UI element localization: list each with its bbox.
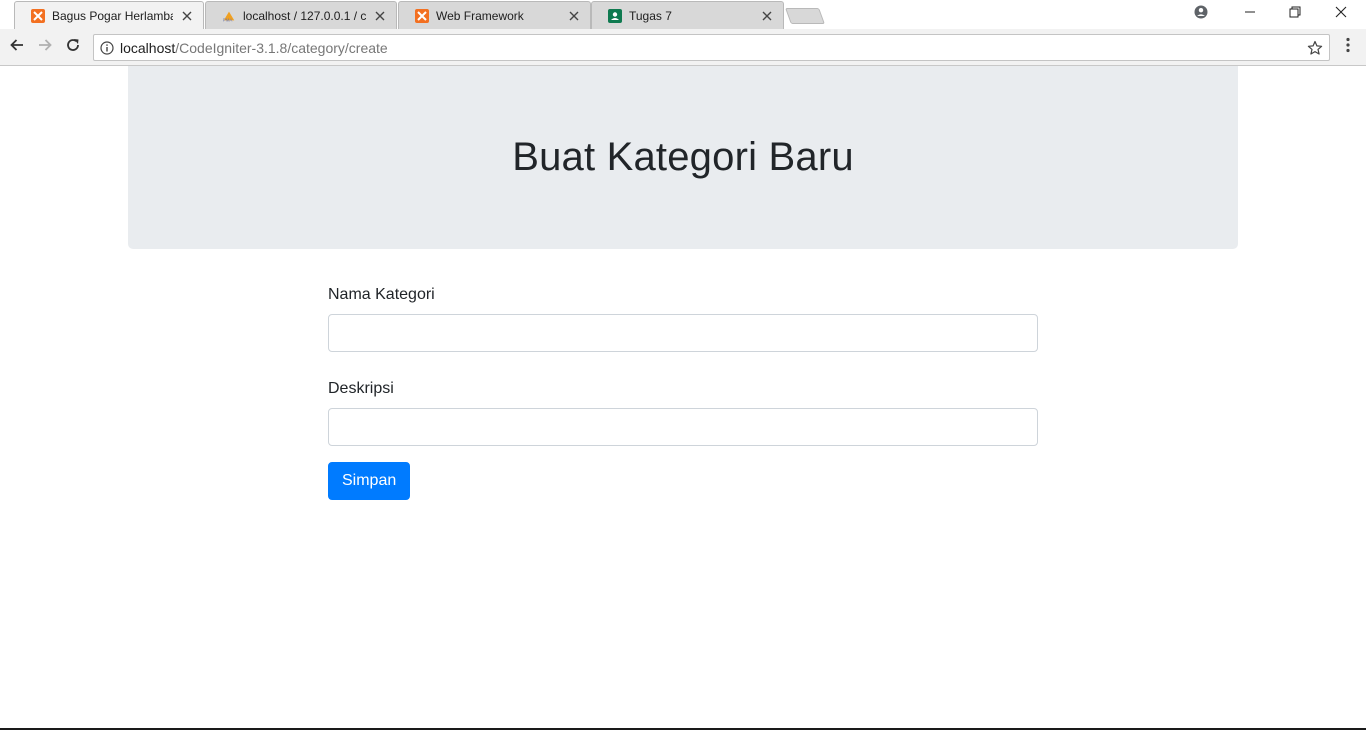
bookmark-star-icon[interactable]	[1305, 38, 1325, 58]
tab-bagus-pogar-herlambang[interactable]: Bagus Pogar Herlambang	[14, 1, 204, 29]
tab-title: Bagus Pogar Herlambang	[52, 8, 173, 23]
xampp-icon	[415, 8, 429, 23]
tab-web-framework[interactable]: Web Framework	[398, 1, 591, 29]
reload-icon	[65, 37, 81, 58]
phpmyadmin-icon: PMA	[222, 9, 236, 23]
window-close-button[interactable]	[1318, 0, 1364, 28]
category-name-input[interactable]	[328, 314, 1038, 352]
restore-icon	[1289, 5, 1301, 23]
back-button[interactable]	[5, 35, 29, 59]
arrow-right-icon	[37, 37, 53, 58]
url-host: localhost	[120, 39, 176, 56]
description-input[interactable]	[328, 408, 1038, 446]
profile-icon	[1194, 5, 1208, 24]
close-icon[interactable]	[759, 8, 775, 24]
name-label: Nama Kategori	[328, 286, 435, 303]
close-icon[interactable]	[566, 8, 582, 24]
description-label: Deskripsi	[328, 380, 394, 397]
restore-button[interactable]	[1272, 0, 1318, 28]
profile-button[interactable]	[1178, 0, 1224, 28]
classroom-icon	[608, 8, 622, 23]
xampp-icon	[31, 8, 45, 23]
address-bar[interactable]: localhost/CodeIgniter-3.1.8/category/cre…	[93, 34, 1330, 61]
kebab-menu-icon	[1346, 37, 1350, 58]
svg-text:PMA: PMA	[223, 17, 233, 22]
page-content: Buat Kategori Baru Nama Kategori Deskrip…	[0, 66, 1366, 728]
save-button[interactable]: Simpan	[328, 462, 411, 500]
browser-toolbar: localhost/CodeIgniter-3.1.8/category/cre…	[0, 29, 1366, 66]
arrow-left-icon	[9, 37, 25, 58]
info-icon[interactable]	[94, 35, 120, 60]
url-text: localhost/CodeIgniter-3.1.8/category/cre…	[120, 40, 388, 56]
tab-tugas-7[interactable]: Tugas 7	[591, 1, 784, 29]
tab-phpmyadmin[interactable]: PMA localhost / 127.0.0.1 / coc	[205, 1, 397, 29]
page-title: Buat Kategori Baru	[512, 135, 854, 179]
tab-title: Tugas 7	[629, 8, 672, 23]
close-icon[interactable]	[179, 8, 195, 24]
new-tab-button[interactable]	[785, 8, 825, 24]
reload-button[interactable]	[61, 35, 85, 59]
close-icon	[1335, 5, 1347, 23]
url-path: /CodeIgniter-3.1.8/category/create	[175, 39, 388, 56]
minimize-icon	[1244, 5, 1256, 23]
close-icon[interactable]	[372, 8, 388, 24]
forward-button[interactable]	[33, 35, 57, 59]
minimize-button[interactable]	[1227, 0, 1273, 28]
tab-strip: Bagus Pogar Herlambang PMA localhost / 1…	[0, 0, 1366, 29]
tab-title: Web Framework	[436, 8, 524, 23]
category-form: Nama Kategori Deskripsi Simpan	[328, 284, 1038, 500]
browser-menu-button[interactable]	[1338, 35, 1358, 59]
jumbotron: Buat Kategori Baru	[128, 66, 1238, 249]
tab-title: localhost / 127.0.0.1 / coc	[243, 8, 366, 23]
